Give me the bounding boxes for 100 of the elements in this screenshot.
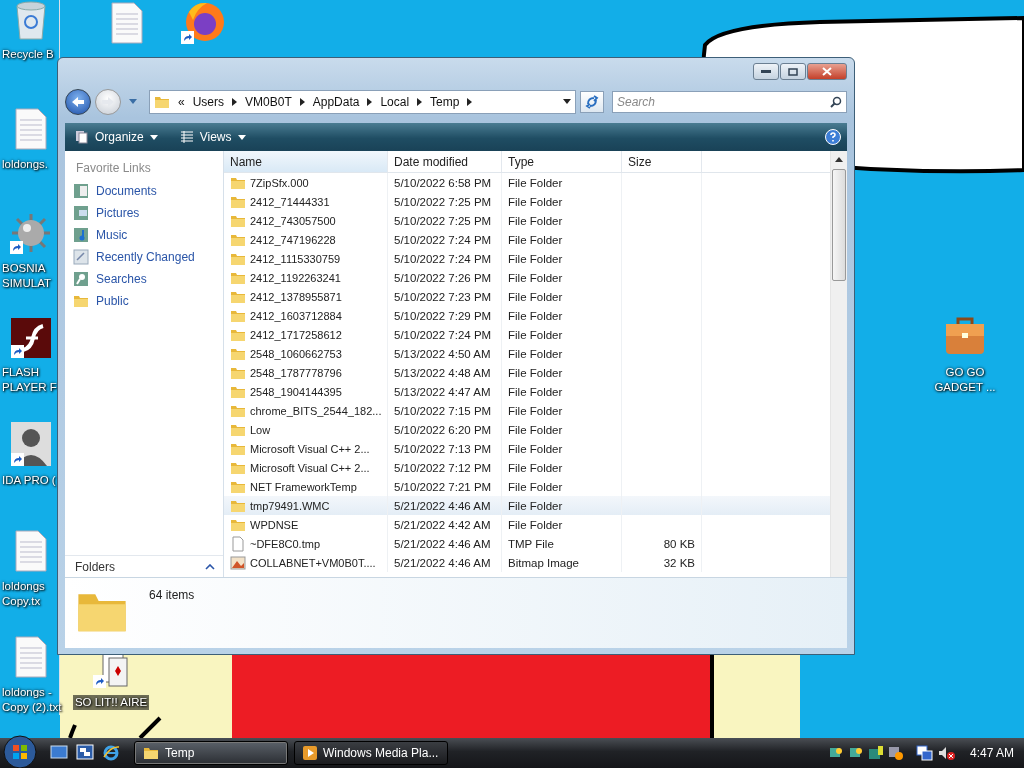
chevron-up-icon [205, 563, 215, 570]
toolbar-button[interactable]: Views [175, 128, 250, 146]
date-cell: 5/10/2022 6:20 PM [388, 420, 502, 439]
date-cell: 5/13/2022 4:50 AM [388, 344, 502, 363]
caret-icon [149, 134, 158, 140]
file-row[interactable]: 7ZipSfx.000 5/10/2022 6:58 PM File Folder [224, 173, 830, 192]
address-bar[interactable]: « Users VM0B0T AppData Local Temp [149, 89, 576, 114]
file-row[interactable]: WPDNSE 5/21/2022 4:42 AM File Folder [224, 515, 830, 534]
shortcut-arrow-icon [10, 453, 24, 466]
file-name: 2412_1378955871 [250, 290, 342, 303]
file-row[interactable]: 2412_1378955871 5/10/2022 7:23 PM File Folder [224, 287, 830, 306]
file-row[interactable]: tmp79491.WMC 5/21/2022 4:46 AM File Folder [224, 496, 830, 515]
favorite-link[interactable]: Recently Changed [73, 249, 223, 265]
scrollbar-thumb[interactable] [832, 169, 846, 281]
favorite-link[interactable]: Public [73, 293, 223, 309]
type-cell: File Folder [502, 249, 622, 268]
toolbar-button[interactable]: Organize [71, 128, 162, 146]
breadcrumb-arrow-icon[interactable] [467, 97, 473, 106]
show-desktop-icon[interactable] [50, 744, 68, 762]
file-name: 7ZipSfx.000 [250, 176, 309, 189]
breadcrumb-arrow-icon[interactable] [417, 97, 423, 106]
clock[interactable]: 4:47 AM [969, 746, 1014, 760]
search-box[interactable]: Search [612, 90, 847, 113]
picture-library-icon [73, 205, 89, 221]
play-icon [303, 746, 317, 760]
date-cell: 5/13/2022 4:47 AM [388, 382, 502, 401]
item-count: 64 items [149, 588, 195, 604]
date-cell: 5/10/2022 7:25 PM [388, 211, 502, 230]
vertical-scrollbar[interactable] [830, 151, 847, 577]
switch-windows-icon[interactable] [76, 744, 94, 762]
column-header[interactable]: Name [224, 151, 388, 172]
close-button[interactable] [807, 63, 847, 80]
file-name: 2548_1904144395 [250, 385, 342, 398]
text-file-icon [14, 530, 47, 572]
type-cell: File Folder [502, 382, 622, 401]
size-cell: 80 KB [622, 534, 702, 553]
monitor-icon[interactable] [867, 745, 884, 761]
file-row[interactable]: COLLABNET+VM0B0T.... 5/21/2022 4:46 AM Bitmap Image 32 KB [224, 553, 830, 572]
favorite-link[interactable]: Music [73, 227, 223, 243]
speaker-muted-icon[interactable] [937, 745, 956, 761]
shortcut-arrow-icon [93, 675, 106, 688]
breadcrumb-arrow-icon[interactable] [367, 97, 373, 106]
breadcrumb-item[interactable]: Temp [430, 94, 460, 109]
breadcrumb-arrow-icon[interactable] [299, 97, 305, 106]
file-row[interactable]: 2412_1115330759 5/10/2022 7:24 PM File Folder [224, 249, 830, 268]
favorite-link[interactable]: Pictures [73, 205, 223, 221]
caret-icon [237, 134, 246, 140]
date-cell: 5/21/2022 4:46 AM [388, 496, 502, 515]
file-row[interactable]: 2412_1603712884 5/10/2022 7:29 PM File Folder [224, 306, 830, 325]
maximize-button[interactable] [780, 63, 806, 80]
file-name: 2548_1060662753 [250, 347, 342, 360]
back-button[interactable] [65, 88, 91, 115]
file-row[interactable]: Microsoft Visual C++ 2... 5/10/2022 7:12 PM File Folder [224, 458, 830, 477]
desktop-icon-label[interactable]: SO LIT!! AIRE [72, 695, 150, 710]
breadcrumb-arrow-icon[interactable] [232, 97, 238, 106]
date-cell: 5/10/2022 6:58 PM [388, 173, 502, 192]
file-row[interactable]: ~DFE8C0.tmp 5/21/2022 4:46 AM TMP File 80 KB [224, 534, 830, 553]
breadcrumb-item[interactable]: Users [192, 94, 225, 109]
favorite-link[interactable]: Searches [73, 271, 223, 287]
scroll-up-arrow-icon[interactable] [835, 156, 843, 162]
date-cell: 5/10/2022 7:24 PM [388, 249, 502, 268]
refresh-icon [585, 94, 599, 109]
type-cell: TMP File [502, 534, 622, 553]
date-cell: 5/10/2022 7:12 PM [388, 458, 502, 477]
breadcrumb-item[interactable]: Local [380, 94, 410, 109]
taskbar-button[interactable]: Temp [134, 741, 288, 765]
file-row[interactable]: 2548_1904144395 5/13/2022 4:47 AM File Folder [224, 382, 830, 401]
file-row[interactable]: Low 5/10/2022 6:20 PM File Folder [224, 420, 830, 439]
music-library-icon [73, 227, 89, 243]
file-row[interactable]: chrome_BITS_2544_182... 5/10/2022 7:15 PM File Folder [224, 401, 830, 420]
minimize-button[interactable] [753, 63, 779, 80]
portrait-silhouette-icon [10, 422, 51, 466]
ring-icon [102, 744, 120, 762]
file-row[interactable]: 2548_1787778796 5/13/2022 4:48 AM File Folder [224, 363, 830, 382]
taskbar-button[interactable]: Windows Media Pla... [294, 741, 448, 765]
refresh-button[interactable] [580, 90, 604, 113]
type-cell: File Folder [502, 211, 622, 230]
letter-e-globe-icon[interactable] [102, 744, 120, 762]
file-name: 2412_747196228 [250, 233, 336, 246]
file-row[interactable]: 2548_1060662753 5/13/2022 4:50 AM File Folder [224, 344, 830, 363]
maximize-icon [788, 67, 798, 76]
pages-icon [75, 130, 89, 144]
file-row[interactable]: 2412_71444331 5/10/2022 7:25 PM File Folder [224, 192, 830, 211]
file-row[interactable]: 2412_743057500 5/10/2022 7:25 PM File Folder [224, 211, 830, 230]
network-icon[interactable] [915, 745, 934, 761]
file-name: tmp79491.WMC [250, 499, 330, 512]
file-row[interactable]: 2412_747196228 5/10/2022 7:24 PM File Folder [224, 230, 830, 249]
type-cell: File Folder [502, 192, 622, 211]
start-button[interactable] [0, 734, 40, 768]
file-row[interactable]: Microsoft Visual C++ 2... 5/10/2022 7:13 PM File Folder [224, 439, 830, 458]
file-row[interactable]: 2412_1192263241 5/10/2022 7:26 PM File Folder [224, 268, 830, 287]
breadcrumb-item[interactable]: VM0B0T [245, 94, 292, 109]
help-button[interactable] [825, 129, 841, 145]
date-cell: 5/21/2022 4:46 AM [388, 553, 502, 572]
file-row[interactable]: 2412_1717258612 5/10/2022 7:24 PM File Folder [224, 325, 830, 344]
favorite-link[interactable]: Documents [73, 183, 223, 199]
file-name: 2412_1192263241 [250, 271, 341, 284]
breadcrumb-item[interactable]: « [178, 94, 185, 109]
breadcrumb-item[interactable]: AppData [312, 94, 360, 109]
type-cell: File Folder [502, 458, 622, 477]
